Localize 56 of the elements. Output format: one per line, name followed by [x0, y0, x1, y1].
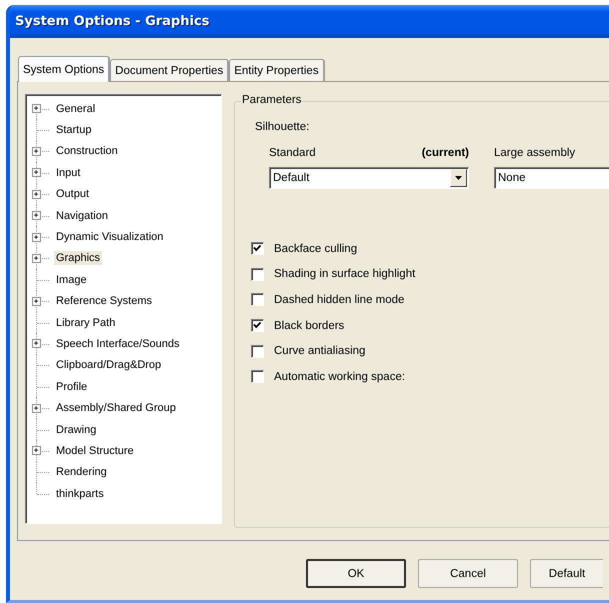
tree-item[interactable]: Rendering	[54, 465, 109, 480]
tree-item[interactable]: Profile	[54, 380, 90, 394]
expand-icon[interactable]	[32, 190, 41, 199]
current-note: (current)	[422, 147, 469, 161]
tree-item[interactable]: Navigation	[54, 208, 110, 223]
checkbox-label[interactable]: Dashed hidden line mode	[274, 294, 404, 306]
expand-icon[interactable]	[32, 339, 41, 348]
expand-icon[interactable]	[32, 168, 41, 178]
tree-item[interactable]: Reference Systems	[54, 294, 154, 308]
tree-item[interactable]: Model Structure	[54, 444, 136, 458]
expand-icon[interactable]	[32, 211, 41, 220]
tree-item[interactable]: Library Path	[54, 316, 118, 330]
dialog-button[interactable]: Default	[530, 559, 603, 588]
checkbox[interactable]	[251, 242, 264, 256]
expand-icon[interactable]	[32, 146, 41, 156]
tab[interactable]: Entity Properties	[229, 59, 325, 81]
field-label: Large assembly	[494, 147, 576, 161]
expand-icon[interactable]	[32, 296, 41, 306]
checkbox-label[interactable]: Shading in surface highlight	[274, 268, 416, 280]
expand-icon[interactable]	[32, 232, 41, 242]
field-label: Silhouette:	[255, 121, 310, 133]
checkbox[interactable]	[251, 319, 264, 332]
expand-icon[interactable]	[32, 404, 41, 413]
tree-item[interactable]: Clipboard/Drag&Drop	[54, 358, 164, 372]
tree-item[interactable]: thinkparts	[54, 486, 106, 501]
checkbox-label[interactable]: Black borders	[274, 320, 344, 332]
checkbox[interactable]	[251, 293, 264, 306]
standard-dropdown[interactable]: Default	[269, 167, 469, 189]
expand-icon[interactable]	[32, 446, 41, 456]
checkbox[interactable]	[251, 370, 264, 384]
group-title: Parameters	[241, 94, 302, 106]
tree-item[interactable]: Assembly/Shared Group	[54, 401, 178, 416]
dialog-button[interactable]: Cancel	[418, 559, 518, 588]
expand-icon[interactable]	[32, 254, 41, 263]
field-label: Standard	[269, 147, 316, 161]
tree-item[interactable]: Speech Interface/Sounds	[54, 336, 182, 351]
tree-item[interactable]: Drawing	[54, 422, 98, 437]
tab[interactable]: System Options	[18, 56, 110, 82]
tree-item[interactable]: Construction	[54, 144, 120, 158]
checkbox[interactable]	[251, 344, 264, 358]
expand-icon[interactable]	[32, 104, 41, 114]
tree-item[interactable]: General	[54, 102, 98, 116]
tree-item[interactable]: Output	[54, 187, 92, 202]
tree-item[interactable]: Input	[54, 166, 82, 180]
tree-item[interactable]: Startup	[54, 123, 94, 138]
large-assembly-field[interactable]: None	[494, 167, 609, 189]
checkbox-label[interactable]: Backface culling	[274, 242, 358, 255]
window-title: System Options - Graphics	[15, 14, 210, 29]
checkbox[interactable]	[251, 268, 264, 281]
dialog-button[interactable]: OK	[306, 559, 406, 588]
checkbox-label[interactable]: Automatic working space:	[274, 370, 406, 383]
tab[interactable]: Document Properties	[110, 59, 230, 81]
checkbox-label[interactable]: Curve antialiasing	[274, 345, 366, 358]
tree-item[interactable]: Dynamic Visualization	[54, 230, 166, 244]
tree-item[interactable]: Graphics	[54, 251, 102, 266]
tree-item[interactable]: Image	[54, 272, 89, 287]
